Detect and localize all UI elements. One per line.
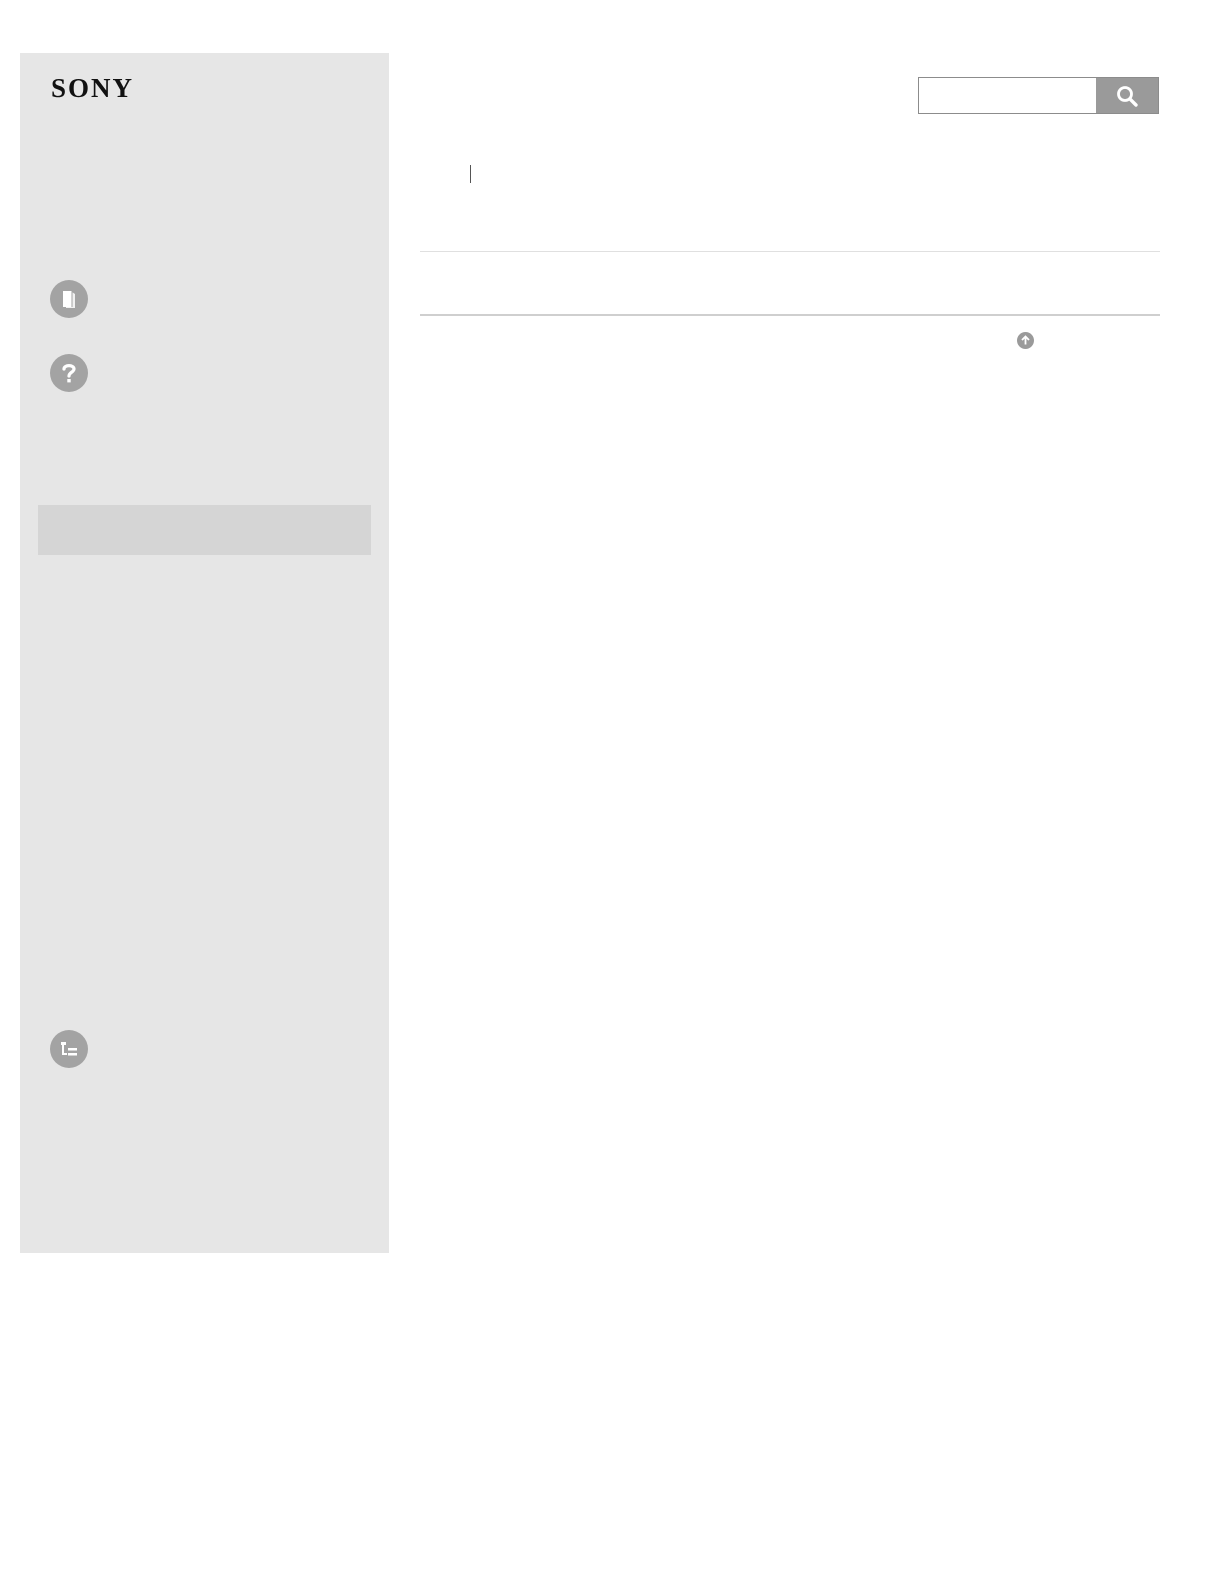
search-button[interactable] [1096, 78, 1158, 113]
divider [420, 251, 1160, 252]
back-to-top-button[interactable] [1017, 332, 1034, 349]
help-icon[interactable] [50, 354, 88, 392]
search-input[interactable] [919, 78, 1096, 113]
search-icon [1117, 85, 1138, 107]
search-box [918, 77, 1159, 114]
arrow-up-icon [1021, 335, 1030, 345]
sidebar-highlight-item[interactable] [38, 505, 371, 555]
divider [420, 314, 1160, 316]
contents-icon[interactable] [50, 1030, 88, 1068]
sony-logo[interactable]: SONY [51, 75, 134, 102]
sidebar: SONY [20, 53, 389, 1253]
manual-icon[interactable] [50, 280, 88, 318]
breadcrumb-separator [470, 165, 471, 183]
